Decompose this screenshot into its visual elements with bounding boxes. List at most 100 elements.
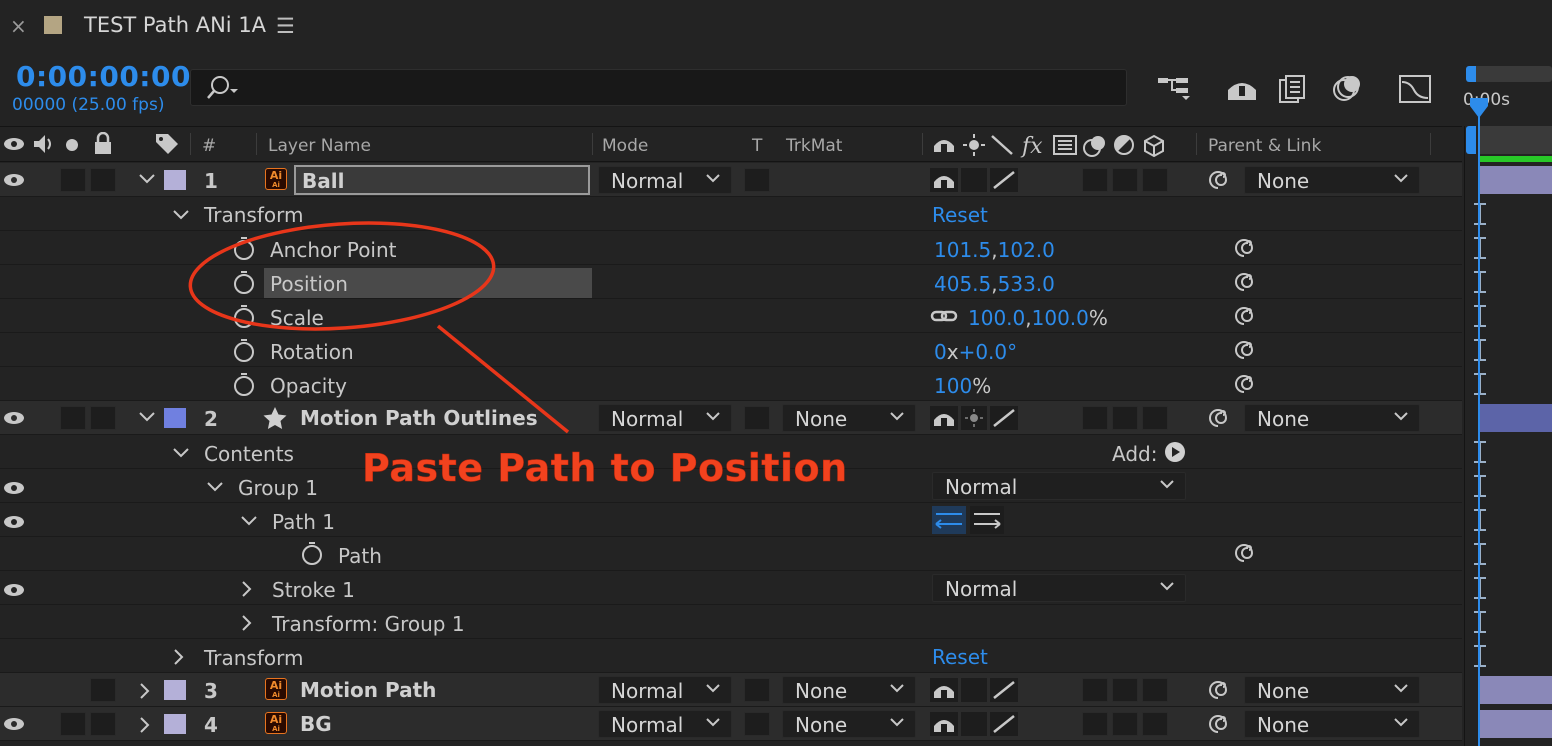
preserve-transparency-switch[interactable] — [744, 678, 770, 702]
layer-switches[interactable] — [930, 168, 1020, 192]
pick-whip-icon[interactable] — [1206, 168, 1230, 192]
graph-editor-icon[interactable] — [1396, 72, 1434, 106]
parent-dropdown[interactable]: None — [1244, 404, 1420, 432]
label-tag-icon[interactable] — [154, 132, 180, 156]
layer-name-edit-field[interactable]: Ball — [294, 165, 590, 195]
panel-menu-icon[interactable]: ☰ — [276, 14, 295, 38]
stopwatch-icon[interactable] — [300, 541, 324, 565]
layer-label-color[interactable] — [164, 170, 186, 190]
lock-switch[interactable] — [90, 168, 116, 192]
current-time-indicator[interactable] — [1478, 100, 1480, 746]
chevron-down-icon[interactable] — [240, 514, 258, 528]
parent-dropdown[interactable]: None — [1244, 710, 1420, 738]
composition-flowchart-icon[interactable] — [1156, 72, 1194, 106]
visibility-eye-icon[interactable] — [2, 580, 28, 600]
chevron-down-icon[interactable] — [206, 480, 224, 494]
anchor-point-value[interactable]: 101.5,102.0 — [934, 238, 1055, 262]
search-input[interactable] — [239, 70, 1119, 105]
motion-blur-switch[interactable] — [1142, 678, 1168, 702]
layer-bar-motion-path-outlines[interactable] — [1480, 404, 1552, 432]
mode-dropdown[interactable]: Normal — [598, 166, 732, 194]
solo-switch[interactable] — [60, 406, 86, 430]
motion-blur-switch[interactable] — [1142, 168, 1168, 192]
visibility-eye-icon[interactable] — [2, 170, 28, 190]
layer-label-color[interactable] — [164, 680, 186, 700]
opacity-value[interactable]: 100% — [934, 374, 991, 398]
lock-switch[interactable] — [90, 712, 116, 736]
chevron-right-icon[interactable] — [240, 614, 254, 632]
frame-blend-switch[interactable] — [1112, 406, 1138, 430]
solo-icon[interactable] — [64, 137, 80, 153]
column-layer-name[interactable]: Layer Name — [268, 136, 371, 156]
visibility-eye-icon[interactable] — [2, 512, 28, 532]
trkmat-dropdown[interactable]: None — [782, 404, 916, 432]
motion-blur-switch[interactable] — [1142, 406, 1168, 430]
parent-dropdown[interactable]: None — [1244, 166, 1420, 194]
composition-tab-title[interactable]: TEST Path ANi 1A — [84, 13, 266, 37]
parent-dropdown[interactable]: None — [1244, 676, 1420, 704]
frame-blend-switch[interactable] — [1112, 712, 1138, 736]
time-navigator[interactable] — [1480, 126, 1552, 154]
rotation-value[interactable]: 0x+0.0° — [934, 340, 1017, 364]
solo-switch[interactable] — [60, 712, 86, 736]
group-blend-mode-dropdown[interactable]: Normal — [932, 472, 1186, 500]
work-area-bar[interactable] — [1472, 66, 1552, 82]
layer-bar-ball[interactable] — [1480, 166, 1552, 194]
draft-3d-icon[interactable] — [1224, 72, 1262, 106]
stroke-blend-mode-dropdown[interactable]: Normal — [932, 574, 1186, 602]
pick-whip-icon[interactable] — [1232, 541, 1256, 565]
transform-reset-link[interactable]: Reset — [932, 203, 988, 227]
chevron-right-icon[interactable] — [172, 648, 186, 666]
layer-switches[interactable] — [930, 678, 1020, 702]
visibility-eye-icon[interactable] — [2, 478, 28, 498]
audio-icon[interactable] — [32, 133, 58, 155]
visibility-eye-icon[interactable] — [2, 408, 28, 428]
pick-whip-icon[interactable] — [1206, 406, 1230, 430]
mode-dropdown[interactable]: Normal — [598, 710, 732, 738]
navigator-start-handle[interactable] — [1466, 126, 1476, 154]
lock-switch[interactable] — [90, 678, 116, 702]
chevron-down-icon[interactable] — [138, 410, 156, 424]
effect-switch[interactable] — [1082, 678, 1108, 702]
frame-blend-switch[interactable] — [1112, 678, 1138, 702]
lock-switch[interactable] — [90, 406, 116, 430]
mode-dropdown[interactable]: Normal — [598, 404, 732, 432]
trkmat-dropdown[interactable]: None — [782, 710, 916, 738]
motion-blur-icon[interactable] — [1328, 72, 1366, 106]
chevron-down-icon[interactable] — [138, 172, 156, 186]
solo-switch[interactable] — [60, 168, 86, 192]
pick-whip-icon[interactable] — [1232, 372, 1256, 396]
transform-group-row[interactable] — [0, 605, 1462, 639]
video-visibility-icon[interactable] — [2, 134, 28, 154]
pick-whip-icon[interactable] — [1232, 236, 1256, 260]
trkmat-dropdown[interactable]: None — [782, 676, 916, 704]
chevron-right-icon[interactable] — [138, 682, 152, 700]
pick-whip-icon[interactable] — [1206, 712, 1230, 736]
effect-switch[interactable] — [1082, 168, 1108, 192]
layer-switches[interactable] — [930, 406, 1020, 430]
work-area-start-handle[interactable] — [1466, 66, 1476, 82]
chevron-right-icon[interactable] — [138, 716, 152, 734]
layer-bar-bg[interactable] — [1480, 710, 1552, 738]
frame-blending-icon[interactable] — [1276, 72, 1314, 106]
motion-blur-switch[interactable] — [1142, 712, 1168, 736]
frame-blend-switch[interactable] — [1112, 168, 1138, 192]
pick-whip-icon[interactable] — [1232, 270, 1256, 294]
constrain-proportions-link-icon[interactable] — [930, 306, 958, 326]
layer-name[interactable]: Motion Path — [300, 678, 436, 702]
preserve-transparency-switch[interactable] — [744, 406, 770, 430]
chevron-down-icon[interactable] — [172, 446, 190, 460]
mode-dropdown[interactable]: Normal — [598, 676, 732, 704]
position-value[interactable]: 405.5,533.0 — [934, 272, 1055, 296]
playhead-handle[interactable] — [1468, 96, 1490, 120]
lock-icon[interactable] — [92, 132, 114, 156]
scale-value[interactable]: 100.0,100.0% — [968, 306, 1108, 330]
path-direction-icons[interactable] — [932, 506, 1004, 534]
add-menu-play-icon[interactable] — [1164, 441, 1186, 463]
pick-whip-icon[interactable] — [1232, 304, 1256, 328]
effect-switch[interactable] — [1082, 712, 1108, 736]
layer-label-color[interactable] — [164, 714, 186, 734]
layer-switches[interactable] — [930, 712, 1020, 736]
transform-reset-link-2[interactable]: Reset — [932, 645, 988, 669]
effect-switch[interactable] — [1082, 406, 1108, 430]
